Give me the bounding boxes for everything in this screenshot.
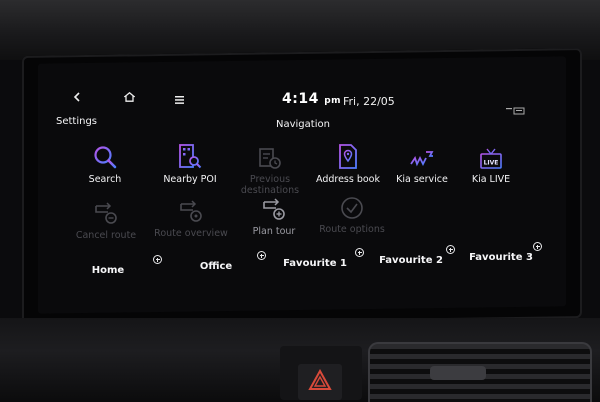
settings-link[interactable]: Settings (56, 116, 97, 127)
page-title: Navigation (276, 119, 330, 130)
add-home-icon[interactable] (153, 255, 162, 264)
favourite-2[interactable]: Favourite 2 (376, 255, 446, 266)
address-book-label: Address book (315, 174, 380, 185)
route-options-icon (341, 197, 363, 219)
back-button[interactable] (72, 92, 82, 104)
add-favourite-2-icon[interactable] (446, 245, 455, 254)
kia-live-button[interactable]: LIVE Kia LIVE (453, 142, 529, 185)
add-office-icon[interactable] (257, 251, 266, 260)
plan-tour-label: Plan tour (252, 226, 296, 237)
favourite-office[interactable]: Office (186, 261, 246, 272)
route-overview-button[interactable]: Route overview (153, 196, 229, 239)
cancel-route-icon (95, 202, 117, 224)
previous-destinations-button[interactable]: Previous destinations (232, 142, 308, 196)
nearby-poi-label: Nearby POI (163, 174, 217, 185)
favourite-3[interactable]: Favourite 3 (466, 252, 536, 263)
nearby-poi-icon (179, 144, 202, 169)
clock: 4:14 pm (282, 91, 341, 107)
route-options-label: Route options (319, 224, 385, 235)
plan-tour-icon (263, 198, 285, 220)
cancel-route-label: Cancel route (75, 230, 137, 241)
kia-live-icon: LIVE (480, 148, 502, 169)
menu-button[interactable] (175, 94, 184, 106)
status-indicator (506, 100, 526, 119)
navigation-menu: 4:14 pm Fri, 22/05 Settings Navigation S… (0, 0, 600, 400)
search-button[interactable]: Search (67, 142, 143, 185)
search-label: Search (88, 174, 122, 185)
home-button[interactable] (123, 91, 136, 104)
favourite-home[interactable]: Home (78, 265, 138, 276)
kia-live-label: Kia LIVE (471, 174, 511, 185)
date-display: Fri, 22/05 (343, 95, 395, 108)
route-overview-icon (180, 200, 202, 222)
kia-live-badge: LIVE (484, 160, 499, 167)
favourite-1[interactable]: Favourite 1 (280, 258, 350, 269)
nearby-poi-button[interactable]: Nearby POI (152, 142, 228, 185)
address-book-icon (339, 144, 357, 169)
search-icon (94, 146, 117, 169)
clock-ampm: pm (324, 96, 342, 106)
menu-icon (175, 96, 184, 104)
address-book-button[interactable]: Address book (310, 142, 386, 185)
previous-destinations-icon (259, 148, 281, 169)
cancel-route-button[interactable]: Cancel route (68, 198, 144, 241)
add-favourite-1-icon[interactable] (355, 248, 364, 257)
route-options-button[interactable]: Route options (314, 192, 390, 235)
connectivity-icon (506, 107, 525, 115)
home-icon (123, 91, 136, 102)
plan-tour-button[interactable]: Plan tour (236, 194, 312, 237)
kia-service-icon (410, 151, 434, 167)
clock-time: 4:14 (282, 91, 319, 107)
add-favourite-3-icon[interactable] (533, 242, 542, 251)
kia-service-label: Kia service (396, 174, 448, 185)
kia-service-button[interactable]: Kia service (384, 142, 460, 185)
previous-destinations-label: Previous destinations (240, 174, 300, 196)
chevron-left-icon (73, 92, 80, 102)
route-overview-label: Route overview (154, 228, 228, 239)
